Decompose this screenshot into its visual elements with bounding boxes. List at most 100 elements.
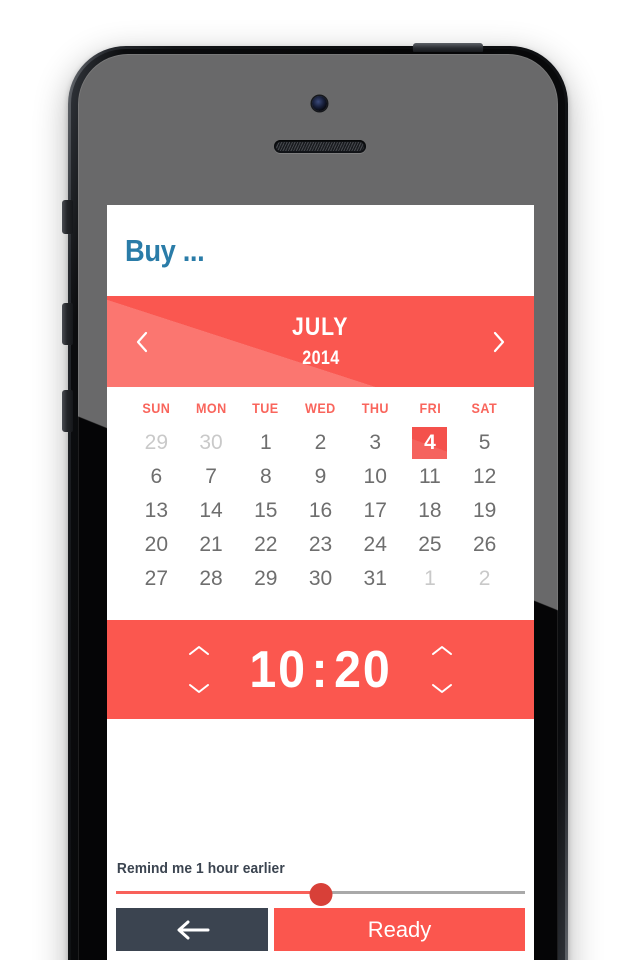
- calendar-day-label: 22: [254, 533, 278, 556]
- screenshot-stage: Buy ... JULY 2014 SUN MON TUE WED THU FRI: [0, 0, 640, 960]
- calendar-day-label: 4: [424, 431, 436, 454]
- calendar-day[interactable]: 14: [184, 494, 239, 528]
- calendar-day[interactable]: 18: [403, 494, 458, 528]
- calendar-day[interactable]: 13: [129, 494, 184, 528]
- calendar-day-label: 5: [478, 431, 491, 454]
- calendar-day-label: 7: [205, 465, 217, 488]
- calendar-day-label: 16: [308, 499, 333, 522]
- calendar-day[interactable]: 3: [348, 426, 403, 460]
- calendar-weeks: 29 30 1 2 3 4 5 6 7 8 9 10 11 12 13 14 15 16 17 18 19 20 21 22 2…: [129, 426, 512, 596]
- volume-up-button[interactable]: [62, 303, 73, 345]
- earpiece-speaker-icon: [274, 140, 366, 153]
- calendar-day-label: 3: [369, 431, 382, 454]
- calendar-day-label: 25: [418, 533, 442, 556]
- reminder-label: Remind me 1 hour earlier: [116, 860, 285, 877]
- calendar-week-row: 29 30 1 2 3 4 5: [129, 426, 512, 460]
- calendar-day-label: 11: [419, 465, 441, 488]
- calendar-day[interactable]: 29: [238, 562, 293, 596]
- time-separator: :: [311, 640, 330, 699]
- app-titlebar: Buy ...: [107, 205, 534, 296]
- calendar-day-label: 26: [472, 533, 497, 556]
- calendar-day[interactable]: 12: [457, 460, 512, 494]
- weekday-label-mon: MON: [195, 400, 227, 416]
- calendar-day[interactable]: 21: [184, 528, 239, 562]
- calendar-day-selected[interactable]: 4: [403, 426, 458, 460]
- weekday-label-sun: SUN: [142, 400, 171, 416]
- calendar-day[interactable]: 23: [293, 528, 348, 562]
- back-button[interactable]: [116, 908, 268, 951]
- chevron-down-icon: [432, 684, 452, 693]
- mute-switch-button[interactable]: [62, 200, 73, 234]
- calendar-day[interactable]: 2: [457, 562, 512, 596]
- calendar-day-label: 18: [418, 499, 442, 522]
- calendar-day-label: 30: [199, 431, 223, 454]
- calendar-day[interactable]: 10: [348, 460, 403, 494]
- month-name: JULY: [292, 313, 349, 341]
- calendar-day[interactable]: 20: [129, 528, 184, 562]
- chevron-up-icon: [432, 646, 452, 655]
- calendar-day-label: 21: [199, 533, 223, 556]
- slider-fill: [116, 891, 321, 894]
- calendar-day-label: 27: [144, 567, 169, 590]
- year-label: 2014: [301, 348, 340, 369]
- calendar-day[interactable]: 22: [238, 528, 293, 562]
- calendar-day-label: 19: [472, 499, 497, 522]
- calendar-week-row: 27 28 29 30 31 1 2: [129, 562, 512, 596]
- calendar-day[interactable]: 15: [238, 494, 293, 528]
- calendar-day-label: 23: [308, 533, 333, 556]
- slider-thumb[interactable]: [309, 883, 332, 906]
- weekday-label-thu: THU: [361, 400, 389, 416]
- minute-stepper[interactable]: [413, 620, 471, 719]
- calendar-day[interactable]: 26: [457, 528, 512, 562]
- calendar-day[interactable]: 25: [403, 528, 458, 562]
- calendar-day-label: 13: [144, 499, 169, 522]
- weekday-label-sat: SAT: [471, 400, 498, 416]
- calendar-day-label: 30: [308, 567, 333, 590]
- action-button-row: Ready: [116, 908, 525, 960]
- chevron-down-icon: [188, 684, 209, 693]
- calendar-day-label: 1: [259, 431, 272, 454]
- calendar-day[interactable]: 8: [238, 460, 293, 494]
- power-button[interactable]: [413, 43, 483, 52]
- calendar-day[interactable]: 5: [457, 426, 512, 460]
- calendar-day-label: 12: [472, 465, 497, 488]
- calendar-day[interactable]: 16: [293, 494, 348, 528]
- calendar-day[interactable]: 9: [293, 460, 348, 494]
- calendar-day-label: 24: [363, 533, 387, 556]
- calendar-day[interactable]: 1: [238, 426, 293, 460]
- calendar-day-label: 1: [424, 567, 436, 590]
- calendar-day[interactable]: 30: [184, 426, 239, 460]
- calendar-day-label: 29: [254, 567, 278, 590]
- reminder-slider[interactable]: [116, 883, 525, 906]
- calendar-day[interactable]: 17: [348, 494, 403, 528]
- prev-month-button[interactable]: [107, 296, 177, 387]
- calendar-day[interactable]: 28: [184, 562, 239, 596]
- calendar-day-label: 20: [144, 533, 169, 556]
- app-screen: Buy ... JULY 2014 SUN MON TUE WED THU FRI: [107, 205, 534, 960]
- calendar-week-row: 13 14 15 16 17 18 19: [129, 494, 512, 528]
- hour-stepper[interactable]: [170, 620, 228, 719]
- calendar-day[interactable]: 2: [293, 426, 348, 460]
- next-month-button[interactable]: [464, 296, 534, 387]
- calendar-day[interactable]: 31: [348, 562, 403, 596]
- calendar-day[interactable]: 29: [129, 426, 184, 460]
- calendar-day[interactable]: 30: [293, 562, 348, 596]
- arrow-left-icon: [177, 920, 210, 939]
- month-year-label: JULY 2014: [177, 313, 464, 369]
- calendar-day[interactable]: 27: [129, 562, 184, 596]
- volume-down-button[interactable]: [62, 390, 73, 432]
- calendar-day-label: 9: [314, 465, 327, 488]
- ready-button-label: Ready: [367, 916, 432, 942]
- calendar-day[interactable]: 24: [348, 528, 403, 562]
- calendar-week-row: 20 21 22 23 24 25 26: [129, 528, 512, 562]
- calendar-day[interactable]: 11: [403, 460, 458, 494]
- calendar-day[interactable]: 6: [129, 460, 184, 494]
- front-camera-icon: [312, 96, 327, 111]
- calendar-day[interactable]: 7: [184, 460, 239, 494]
- weekday-label-tue: TUE: [252, 400, 280, 416]
- ready-button[interactable]: Ready: [274, 908, 525, 951]
- calendar-day[interactable]: 19: [457, 494, 512, 528]
- time-value[interactable]: 10:20: [234, 640, 406, 700]
- calendar-day-label: 15: [254, 499, 278, 522]
- calendar-day[interactable]: 1: [403, 562, 458, 596]
